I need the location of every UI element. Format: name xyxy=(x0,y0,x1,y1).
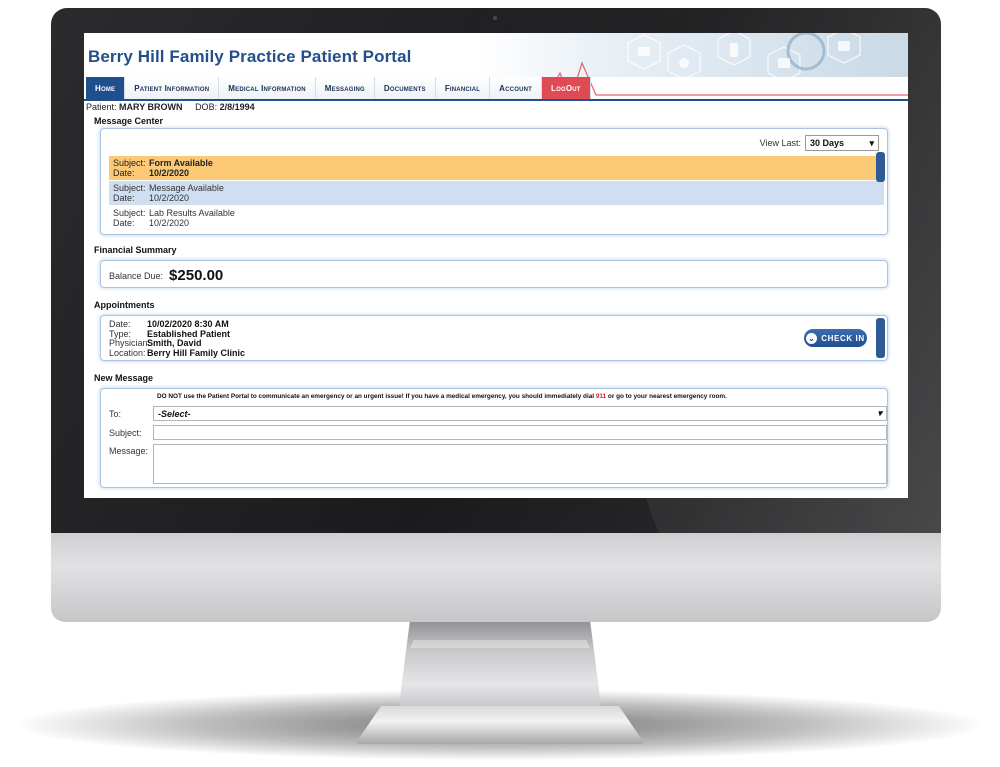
warning-text-end: or go to your nearest emergency room. xyxy=(607,393,727,400)
message-subject: Message Available xyxy=(149,183,224,193)
date-label: Date: xyxy=(113,218,135,228)
to-label: To: xyxy=(109,409,122,419)
patient-info-line: Patient: MARY BROWN DOB: 2/8/1994 xyxy=(84,101,908,114)
chevron-down-icon: ⌄ xyxy=(806,332,818,344)
portal-banner: Berry Hill Family Practice Patient Porta… xyxy=(84,33,908,101)
patient-name: MARY BROWN xyxy=(119,102,183,112)
nav-tab-documents[interactable]: Documents xyxy=(374,77,436,99)
dropdown-arrow-icon: ▾ xyxy=(869,137,874,148)
balance-due-label: Balance Due: xyxy=(109,270,164,281)
message-center-panel: View Last: 30 Days ▾ Subject: Form Availa… xyxy=(100,128,888,235)
monitor-stand-highlight xyxy=(410,640,590,648)
message-row[interactable]: Subject: Lab Results Available Date: 10/2/… xyxy=(109,206,884,230)
view-last-value: 30 Days xyxy=(810,138,845,148)
portal-title: Berry Hill Family Practice Patient Porta… xyxy=(88,47,412,66)
physician-name: Smith, David xyxy=(147,338,202,348)
message-row[interactable]: Subject: Message Available Date: 10/2/2020 xyxy=(109,181,884,205)
message-row[interactable]: Subject: Form Available Date: 10/2/2020 xyxy=(109,156,884,180)
date-label: Date: xyxy=(113,168,135,178)
message-date: 10/2/2020 xyxy=(149,218,190,228)
recipient-select[interactable]: -Select- ▾ xyxy=(153,406,887,421)
nav-tab-account[interactable]: Account xyxy=(490,77,543,99)
nav-tab-messaging[interactable]: Messaging xyxy=(315,77,375,99)
message-date: 10/2/2020 xyxy=(149,193,190,203)
dropdown-arrow-icon: ▾ xyxy=(877,408,882,418)
date-label: Date: xyxy=(113,193,135,203)
camera-dot xyxy=(493,16,497,20)
new-message-panel: DO NOT use the Patient Portal to communi… xyxy=(100,388,888,488)
message-textarea[interactable] xyxy=(153,444,887,484)
monitor-stand-base xyxy=(355,706,645,744)
view-last-label: View Last: xyxy=(759,138,801,148)
appointment-panel: Date: 10/02/2020 8:30 AM Type: Established… xyxy=(100,315,888,361)
balance-due: Balance Due: $250.00 xyxy=(109,267,223,284)
nav-tab-patient-information[interactable]: Patient Information xyxy=(125,77,220,99)
recipient-select-value: -Select- xyxy=(158,408,191,419)
appointment-scrollbar[interactable] xyxy=(876,318,885,358)
scene: Berry Hill Family Practice Patient Porta… xyxy=(0,0,1000,767)
main-nav: Home Patient Information Medical Informa… xyxy=(84,77,908,101)
nav-tab-home[interactable]: Home xyxy=(86,77,126,99)
appointments-title: Appointments xyxy=(94,300,155,310)
new-message-title: New Message xyxy=(94,373,154,383)
message-center-title: Message Center xyxy=(94,116,164,126)
financial-summary-panel: Balance Due: $250.00 xyxy=(100,260,888,288)
monitor-stand-neck xyxy=(398,618,602,713)
subject-field-label: Subject: xyxy=(109,428,142,438)
message-subject: Lab Results Available xyxy=(149,208,235,218)
check-in-button[interactable]: ⌄ CHECK IN xyxy=(804,329,867,347)
message-subject: Form Available xyxy=(149,158,213,168)
dob-label: DOB: xyxy=(195,102,218,112)
subject-label: Subject: xyxy=(113,208,146,218)
appointment-details: Date: 10/02/2020 8:30 AM Type: Established… xyxy=(109,319,246,358)
patient-label: Patient: xyxy=(86,102,117,112)
nav-tab-financial[interactable]: Financial xyxy=(435,77,491,99)
nav-tab-medical-information[interactable]: Medical Information xyxy=(219,77,316,99)
message-list-scrollbar[interactable] xyxy=(876,152,885,182)
view-last-control: View Last: 30 Days ▾ xyxy=(760,135,879,151)
appointment-type: Established Patient xyxy=(147,328,231,339)
emergency-warning: DO NOT use the Patient Portal to communi… xyxy=(157,393,727,400)
patient-dob: 2/8/1994 xyxy=(219,102,255,112)
financial-summary-title: Financial Summary xyxy=(94,245,177,255)
subject-input[interactable] xyxy=(153,425,887,440)
message-date: 10/2/2020 xyxy=(149,168,190,178)
screen: Berry Hill Family Practice Patient Porta… xyxy=(84,33,908,498)
check-in-label: CHECK IN xyxy=(821,333,865,343)
warning-text: DO NOT use the Patient Portal to communi… xyxy=(157,393,595,400)
subject-label: Subject: xyxy=(113,183,146,193)
location-label: Location: xyxy=(109,347,146,358)
balance-due-amount: $250.00 xyxy=(169,267,224,284)
monitor-chin xyxy=(51,520,941,622)
message-field-label: Message: xyxy=(109,446,149,456)
emergency-number: 911 xyxy=(595,393,607,400)
appointment-location: Berry Hill Family Clinic xyxy=(147,347,246,358)
subject-label: Subject: xyxy=(113,158,146,168)
view-last-select[interactable]: 30 Days ▾ xyxy=(805,135,879,151)
nav-tab-logout[interactable]: LogOut xyxy=(542,77,591,99)
appointment-date: 10/02/2020 8:30 AM xyxy=(147,319,229,329)
